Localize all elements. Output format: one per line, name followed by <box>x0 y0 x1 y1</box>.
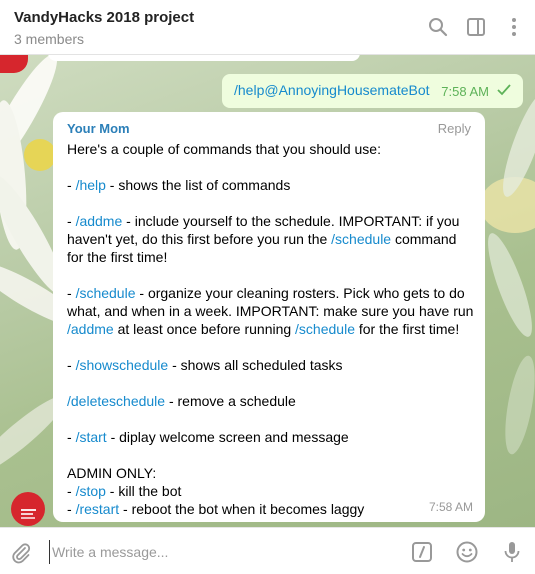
restart-line: - /restart - reboot the bot when it beco… <box>67 500 477 518</box>
schedule-line: - /schedule - organize your cleaning ros… <box>67 284 477 302</box>
outgoing-command[interactable]: /help@AnnoyingHousemateBot <box>234 82 430 98</box>
stop-command-link[interactable]: /stop <box>76 483 106 499</box>
dash: - <box>67 483 76 499</box>
help-command-link[interactable]: /help <box>76 177 106 193</box>
avatar[interactable] <box>11 492 45 526</box>
more-vertical-icon[interactable] <box>503 16 525 38</box>
admin-heading: ADMIN ONLY: <box>67 465 157 481</box>
emoji-icon[interactable] <box>455 540 479 564</box>
intro-line: Here's a couple of commands that you sho… <box>67 141 381 157</box>
reply-button[interactable]: Reply <box>438 121 471 136</box>
double-check-icon <box>497 84 511 96</box>
telegram-window: VandyHacks 2018 project 3 members /help@… <box>0 0 535 574</box>
message-text: Here's a couple of commands that you sho… <box>67 140 477 518</box>
sender-name[interactable]: Your Mom <box>67 121 130 136</box>
restart-desc: - reboot the bot when it becomes laggy <box>119 501 365 517</box>
schedule-desc-3: at least once before running <box>113 321 296 337</box>
chat-title[interactable]: VandyHacks 2018 project <box>14 9 194 26</box>
chat-area[interactable]: /help@AnnoyingHousemateBot 7:58 AM Your … <box>0 55 535 527</box>
attach-icon[interactable] <box>10 542 32 564</box>
dash: - <box>67 213 76 229</box>
dash: - <box>67 177 76 193</box>
start-desc: - diplay welcome screen and message <box>106 429 349 445</box>
addme-desc: - include yourself to the schedule. IMPO… <box>122 213 460 229</box>
sidebar-toggle-icon[interactable] <box>465 16 487 38</box>
showschedule-desc: - shows all scheduled tasks <box>168 357 343 373</box>
help-line: - /help - shows the list of commands <box>67 176 477 194</box>
addme-command-link[interactable]: /addme <box>67 321 114 337</box>
start-line: - /start - diplay welcome screen and mes… <box>67 428 477 446</box>
start-command-link[interactable]: /start <box>76 429 107 445</box>
incoming-message[interactable]: Your Mom Reply Here's a couple of comman… <box>53 112 485 522</box>
help-desc: - shows the list of commands <box>105 177 291 193</box>
stop-line: - /stop - kill the bot <box>67 482 477 500</box>
incoming-time: 7:58 AM <box>428 500 473 514</box>
outgoing-time: 7:58 AM <box>441 84 489 99</box>
message-input[interactable] <box>49 540 382 564</box>
microphone-icon[interactable] <box>500 540 524 564</box>
addme-line-2: haven't yet, do this first before you ru… <box>67 230 477 248</box>
addme-command-link[interactable]: /addme <box>76 213 123 229</box>
showschedule-command-link[interactable]: /showschedule <box>76 357 169 373</box>
stop-desc: - kill the bot <box>105 483 182 499</box>
member-count[interactable]: 3 members <box>14 31 84 47</box>
showschedule-line: - /showschedule - shows all scheduled ta… <box>67 356 477 374</box>
dash: - <box>67 285 76 301</box>
schedule-command-link[interactable]: /schedule <box>295 321 355 337</box>
dash: - <box>67 429 76 445</box>
schedule-command-link[interactable]: /schedule <box>331 231 391 247</box>
bot-command-icon[interactable] <box>410 540 434 564</box>
schedule-line-2: what, and when in a week. IMPORTANT: mak… <box>67 303 474 319</box>
schedule-desc-4: for the first time! <box>354 321 460 337</box>
deleteschedule-line: /deleteschedule - remove a schedule <box>67 392 477 410</box>
addme-line-3: for the first time! <box>67 249 168 265</box>
message-composer <box>0 527 535 574</box>
schedule-desc: - organize your cleaning rosters. Pick w… <box>135 285 465 301</box>
deleteschedule-command-link[interactable]: /deleteschedule <box>67 393 165 409</box>
addme-desc-3: command <box>391 231 457 247</box>
search-icon[interactable] <box>427 16 449 38</box>
chat-header: VandyHacks 2018 project 3 members <box>0 0 535 55</box>
previous-message[interactable] <box>48 55 360 61</box>
dash: - <box>67 501 76 517</box>
schedule-line-3: /addme at least once before running /sch… <box>67 320 477 338</box>
dash: - <box>67 357 76 373</box>
outgoing-message[interactable]: /help@AnnoyingHousemateBot 7:58 AM <box>222 74 523 108</box>
addme-desc-2: haven't yet, do this first before you ru… <box>67 231 332 247</box>
restart-command-link[interactable]: /restart <box>76 501 120 517</box>
schedule-command-link[interactable]: /schedule <box>76 285 136 301</box>
deleteschedule-desc: - remove a schedule <box>165 393 296 409</box>
addme-line: - /addme - include yourself to the sched… <box>67 212 477 230</box>
